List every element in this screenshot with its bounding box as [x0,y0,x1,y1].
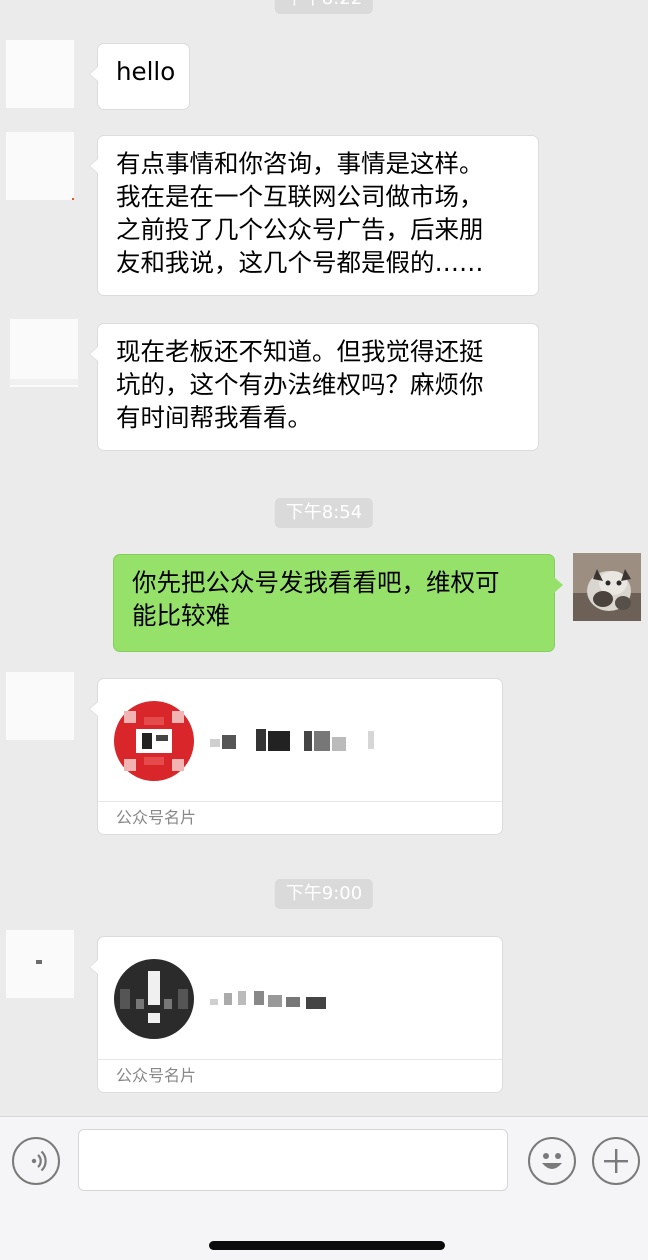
voice-icon [31,1150,47,1172]
timestamp-top: 下午8:22 [274,0,374,14]
chat-screen: 下午8:22 hello 有点事情和你咨询，事情是这样。 我在是在一个互联网公司… [0,0,648,1260]
incoming-message[interactable]: 有点事情和你咨询，事情是这样。 我在是在一个互联网公司做市场， 之前投了几个公众… [89,135,539,296]
account-logo-icon [114,959,194,1039]
card-body [98,679,502,802]
input-bar [0,1116,648,1260]
timestamp: 下午8:54 [274,498,374,528]
message-text: 现在老板还不知道。但我觉得还挺 坑的，这个有办法维权吗？麻烦你 有时间帮我看看。 [116,337,484,432]
account-name-pixelated [210,991,326,1009]
outgoing-message[interactable]: 你先把公众号发我看看吧，维权可 能比较难 [113,554,563,652]
contact-avatar[interactable] [6,40,74,108]
card-type-label: 公众号名片 [116,1066,197,1085]
card-body [98,937,502,1060]
cat-photo-icon [573,553,641,621]
home-indicator[interactable] [209,1241,445,1250]
account-logo-icon [114,701,194,781]
message-text: 你先把公众号发我看看吧，维权可 能比较难 [132,568,500,630]
message-input[interactable] [78,1129,508,1191]
contact-avatar[interactable] [6,132,74,200]
plus-icon [604,1149,628,1173]
message-text: 有点事情和你咨询，事情是这样。 我在是在一个互联网公司做市场， 之前投了几个公众… [116,149,484,277]
message-text: hello [116,57,176,86]
contact-avatar[interactable] [6,930,74,998]
voice-button[interactable] [12,1137,60,1185]
incoming-message[interactable]: hello [89,43,190,110]
incoming-message[interactable]: 现在老板还不知道。但我觉得还挺 坑的，这个有办法维权吗？麻烦你 有时间帮我看看。 [89,323,539,451]
emoji-icon [542,1153,562,1169]
contact-avatar[interactable] [10,319,78,387]
plus-button[interactable] [592,1137,640,1185]
my-avatar[interactable] [573,553,641,621]
card-type-label: 公众号名片 [116,808,197,827]
official-account-card[interactable]: 公众号名片 [89,678,503,835]
contact-avatar[interactable] [6,672,74,740]
emoji-button[interactable] [528,1137,576,1185]
account-name-pixelated [210,729,374,751]
official-account-card[interactable]: 公众号名片 [89,936,503,1093]
timestamp: 下午9:00 [274,879,374,909]
